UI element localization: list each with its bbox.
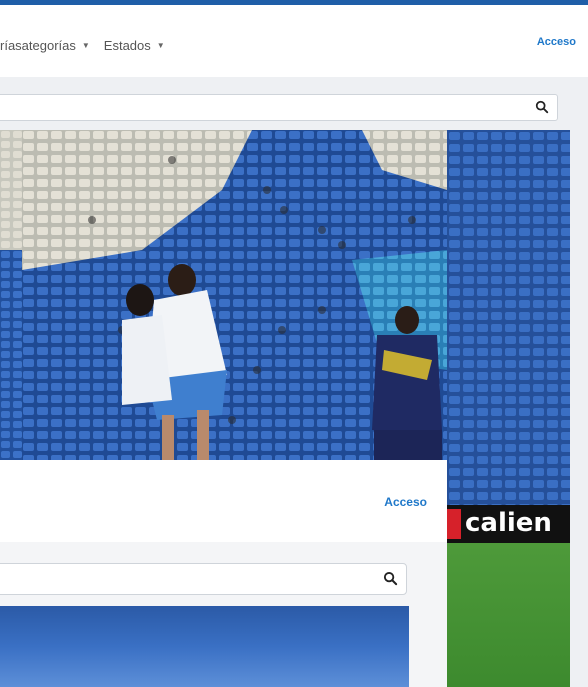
nav-item-label: Estados xyxy=(103,37,151,53)
search-input[interactable] xyxy=(0,94,558,121)
caret-down-icon: ▼ xyxy=(81,40,90,50)
login-link[interactable]: Acceso xyxy=(537,36,576,48)
nav-item-label: ategorías xyxy=(21,37,76,53)
search-icon[interactable] xyxy=(535,100,549,114)
sponsor-text: calien xyxy=(465,508,552,538)
navbar: rías ategorías ▼ Estados ▼ Acceso xyxy=(0,5,588,77)
nav-item-categorias[interactable]: ategorías ▼ xyxy=(22,38,90,53)
embedded-login-link[interactable]: Acceso xyxy=(384,495,427,509)
caret-down-icon: ▼ xyxy=(156,40,165,50)
stadium-photo xyxy=(22,130,447,460)
sponsor-board: calien xyxy=(447,505,570,543)
nav-menu: rías ategorías ▼ Estados ▼ xyxy=(0,35,179,55)
embedded-photo xyxy=(0,606,409,687)
pitch xyxy=(447,543,570,687)
page-right-margin xyxy=(570,77,588,687)
search-icon[interactable] xyxy=(383,571,398,586)
nav-item-estados[interactable]: Estados ▼ xyxy=(104,38,165,53)
sponsor-logo-mark xyxy=(447,509,461,539)
embedded-page-card: Acceso xyxy=(0,460,447,687)
stadium-photo-strip xyxy=(0,130,22,460)
embedded-navbar: Acceso xyxy=(0,460,447,542)
nav-item-label: rías xyxy=(0,37,22,53)
embedded-search-input[interactable] xyxy=(0,563,407,595)
nav-item-categorias-clipped[interactable]: rías xyxy=(0,38,22,53)
